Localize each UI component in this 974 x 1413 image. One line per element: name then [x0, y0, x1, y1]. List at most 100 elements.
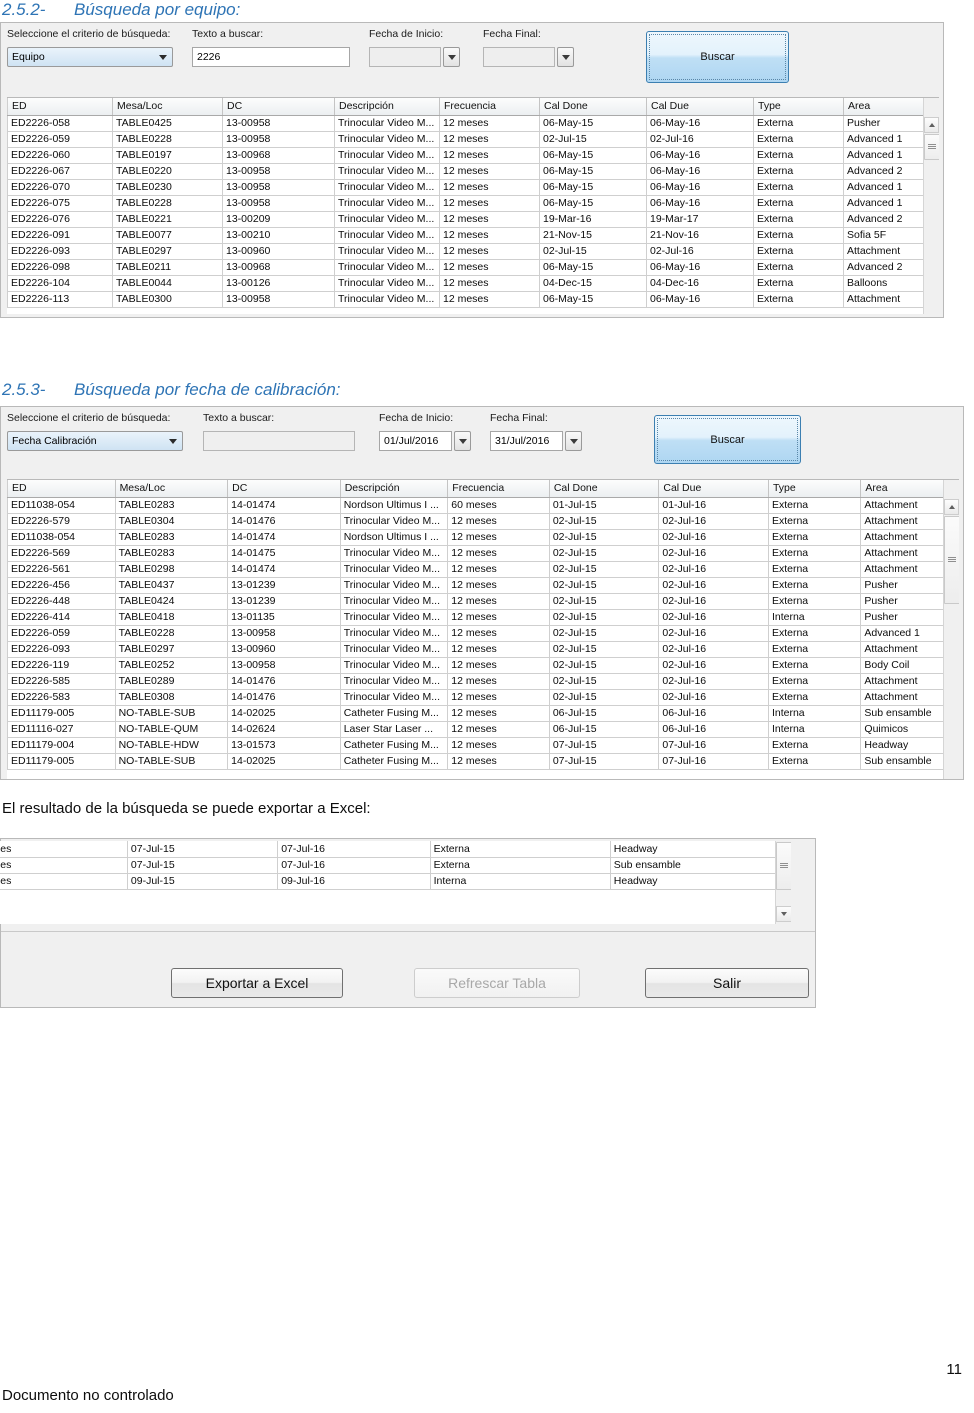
table-row[interactable]: ED2226-059 TABLE0228 13-00958 Trinocular Vi…	[7, 625, 959, 642]
col-cal-done[interactable]: Cal Done	[539, 98, 647, 116]
calendar-dropdown-icon[interactable]	[443, 47, 460, 67]
buscar-button-equipo[interactable]: Buscar	[646, 31, 789, 83]
table-row[interactable]: ED2226-585 TABLE0289 14-01476 Trinocular Vi…	[7, 673, 959, 690]
table-row[interactable]: ED2226-070 TABLE0230 13-00958 Trinocular Vi…	[7, 179, 939, 196]
col-mesa-loc[interactable]: Mesa/Loc	[115, 480, 229, 498]
table-row[interactable]: ED2226-093 TABLE0297 13-00960 Trinocular Vi…	[7, 243, 939, 260]
table-row[interactable]: ED2226-098 TABLE0211 13-00968 Trinocular Vi…	[7, 259, 939, 276]
table-row[interactable]: ED2226-075 TABLE0228 13-00958 Trinocular Vi…	[7, 195, 939, 212]
table-row[interactable]: ED2226-067 TABLE0220 13-00958 Trinocular Vi…	[7, 163, 939, 180]
table-cell: 60 meses	[447, 497, 550, 514]
fecha-inicio-picker-equipo[interactable]	[369, 47, 460, 67]
col-frecuencia[interactable]: Frecuencia	[447, 480, 550, 498]
texto-input-equipo[interactable]: 2226	[192, 47, 350, 67]
col-descripcion[interactable]: Descripción	[340, 480, 449, 498]
col-cal-due[interactable]: Cal Due	[658, 480, 769, 498]
criterio-select-equipo[interactable]: Equipo	[7, 47, 173, 67]
calendar-dropdown-icon[interactable]	[557, 47, 574, 67]
scrollbar-thumb[interactable]	[944, 516, 959, 604]
col-ed[interactable]: ED	[7, 480, 116, 498]
table-cell: 13-00958	[227, 657, 341, 674]
export-panel: ses07-Jul-1507-Jul-16ExternaHeadwayses07…	[0, 838, 816, 1008]
table-cell: TABLE0044	[112, 275, 223, 292]
table-row[interactable]: ED2226-104 TABLE0044 13-00126 Trinocular Vi…	[7, 275, 939, 292]
table-row[interactable]: ED2226-569 TABLE0283 14-01475 Trinocular Vi…	[7, 545, 959, 562]
col-ed[interactable]: ED	[7, 98, 113, 116]
table-cell: 13-00958	[227, 625, 341, 642]
col-type[interactable]: Type	[753, 98, 844, 116]
scroll-up-icon[interactable]	[924, 117, 939, 133]
exit-button[interactable]: Salir	[645, 968, 809, 998]
col-cal-done[interactable]: Cal Done	[549, 480, 660, 498]
table-cell: 02-Jul-16	[658, 657, 769, 674]
col-cal-due[interactable]: Cal Due	[646, 98, 754, 116]
table-cell: 19-Mar-17	[646, 211, 754, 228]
texto-input-fecha[interactable]	[203, 431, 355, 451]
table-row[interactable]: ED11179-005 NO-TABLE-SUB 14-02025 Catheter …	[7, 753, 959, 770]
col-descripcion[interactable]: Descripción	[334, 98, 440, 116]
col-frecuencia[interactable]: Frecuencia	[439, 98, 540, 116]
table-row[interactable]: ED11179-005 NO-TABLE-SUB 14-02025 Catheter …	[7, 705, 959, 722]
table-row[interactable]: ED2226-093 TABLE0297 13-00960 Trinocular Vi…	[7, 641, 959, 658]
table-row[interactable]: ED2226-059 TABLE0228 13-00958 Trinocular Vi…	[7, 131, 939, 148]
table-cell: TABLE0297	[115, 641, 229, 658]
table-cell: 12 meses	[439, 179, 540, 196]
grid-scrollbar-fecha[interactable]	[943, 480, 959, 779]
table-cell: 12 meses	[439, 275, 540, 292]
buscar-button-fecha[interactable]: Buscar	[654, 415, 801, 464]
table-row[interactable]: ED2226-583 TABLE0308 14-01476 Trinocular Vi…	[7, 689, 959, 706]
table-row[interactable]: ses07-Jul-1507-Jul-16ExternaHeadway	[0, 841, 791, 858]
table-cell: TABLE0283	[115, 497, 229, 514]
col-dc[interactable]: DC	[227, 480, 341, 498]
refresh-table-label: Refrescar Tabla	[448, 975, 546, 991]
calendar-dropdown-icon[interactable]	[454, 431, 471, 451]
table-cell: 06-May-15	[539, 259, 647, 276]
table-row[interactable]: ED2226-113 TABLE0300 13-00958 Trinocular Vi…	[7, 291, 939, 308]
fecha-final-picker-fecha[interactable]: 31/Jul/2016	[490, 431, 582, 451]
criterio-select-fecha[interactable]: Fecha Calibración	[7, 431, 183, 451]
table-row[interactable]: ED2226-058 TABLE0425 13-00958 Trinocular Vi…	[7, 115, 939, 132]
table-cell: Catheter Fusing M...	[340, 753, 449, 770]
table-row[interactable]: ED2226-060 TABLE0197 13-00968 Trinocular Vi…	[7, 147, 939, 164]
table-cell: Externa	[768, 657, 862, 674]
table-row[interactable]: ED2226-076 TABLE0221 13-00209 Trinocular Vi…	[7, 211, 939, 228]
table-row[interactable]: ED11179-004 NO-TABLE-HDW 13-01573 Catheter …	[7, 737, 959, 754]
table-row[interactable]: ED2226-119 TABLE0252 13-00958 Trinocular Vi…	[7, 657, 959, 674]
table-cell: 02-Jul-16	[658, 529, 769, 546]
refresh-table-button[interactable]: Refrescar Tabla	[414, 968, 580, 998]
table-cell: 07-Jul-15	[127, 841, 279, 858]
table-cell: Externa	[753, 291, 844, 308]
scroll-up-icon[interactable]	[944, 499, 959, 515]
scrollbar-thumb[interactable]	[776, 842, 791, 890]
table-row[interactable]: ED2226-456 TABLE0437 13-01239 Trinocular Vi…	[7, 577, 959, 594]
table-row[interactable]: ED2226-579 TABLE0304 14-01476 Trinocular Vi…	[7, 513, 959, 530]
table-cell: Externa	[753, 115, 844, 132]
grid-scrollbar-equipo[interactable]	[923, 98, 939, 314]
col-dc[interactable]: DC	[222, 98, 335, 116]
table-cell: TABLE0289	[115, 673, 229, 690]
table-row[interactable]: ED11038-054 TABLE0283 14-01474 Nordson Ulti…	[7, 529, 959, 546]
table-row[interactable]: ED2226-091 TABLE0077 13-00210 Trinocular Vi…	[7, 227, 939, 244]
table-row[interactable]: ED2226-561 TABLE0298 14-01474 Trinocular Vi…	[7, 561, 959, 578]
fecha-inicio-picker-fecha[interactable]: 01/Jul/2016	[379, 431, 471, 451]
table-cell: Trinocular Video M...	[340, 689, 449, 706]
calendar-dropdown-icon[interactable]	[565, 431, 582, 451]
table-cell: ED11179-005	[7, 753, 116, 770]
table-cell: 12 meses	[447, 529, 550, 546]
table-row[interactable]: ED11038-054 TABLE0283 14-01474 Nordson Ulti…	[7, 497, 959, 514]
table-cell: Trinocular Video M...	[340, 513, 449, 530]
col-type[interactable]: Type	[768, 480, 862, 498]
export-excel-button[interactable]: Exportar a Excel	[171, 968, 343, 998]
scroll-down-icon[interactable]	[776, 906, 791, 922]
table-cell: ED11038-054	[7, 497, 116, 514]
table-row[interactable]: ED2226-448 TABLE0424 13-01239 Trinocular Vi…	[7, 593, 959, 610]
scrollbar-thumb[interactable]	[924, 134, 939, 160]
table-row[interactable]: ses07-Jul-1507-Jul-16ExternaSub ensamble	[0, 857, 791, 874]
table-cell: 12 meses	[447, 737, 550, 754]
export-grid-scrollbar[interactable]	[775, 841, 791, 924]
table-row[interactable]: ED2226-414 TABLE0418 13-01135 Trinocular Vi…	[7, 609, 959, 626]
table-row[interactable]: ses09-Jul-1509-Jul-16InternaHeadway	[0, 873, 791, 890]
col-mesa-loc[interactable]: Mesa/Loc	[112, 98, 223, 116]
table-row[interactable]: ED11116-027 NO-TABLE-QUM 14-02624 Laser Sta…	[7, 721, 959, 738]
fecha-final-picker-equipo[interactable]	[483, 47, 574, 67]
